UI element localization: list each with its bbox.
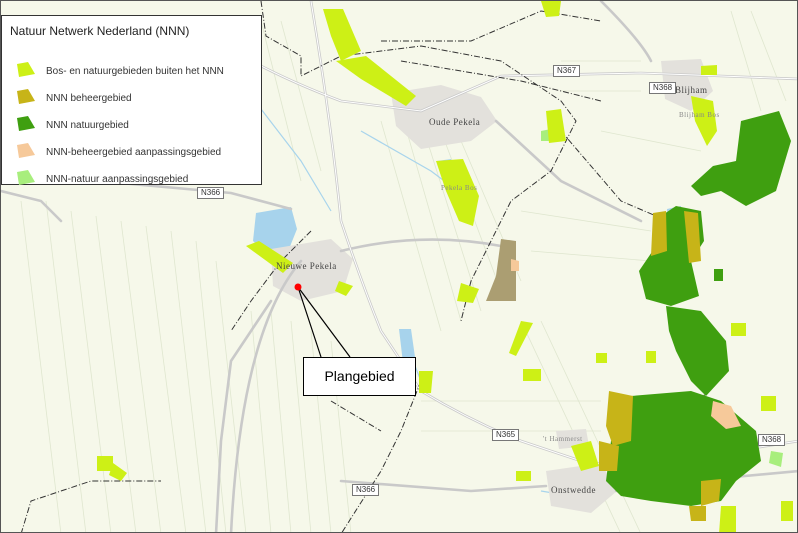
legend-label: NNN natuurgebied: [46, 120, 129, 131]
plangebied-marker[interactable]: [294, 283, 302, 291]
map-view[interactable]: Oude Pekela Nieuwe Pekela Blijham Onstwe…: [0, 0, 798, 533]
legend-title: Natuur Netwerk Nederland (NNN): [10, 24, 190, 38]
callout-label: Plangebied: [324, 368, 395, 384]
road-shield-n368: N368: [649, 82, 677, 94]
road-shield-n366-south: N366: [352, 484, 380, 496]
legend-label: Bos- en natuurgebieden buiten het NNN: [46, 66, 224, 77]
label-pekela-bos: Pekela Bos: [441, 184, 478, 192]
label-blijham-bos: Blijham Bos: [679, 111, 720, 119]
legend-swatch: [17, 116, 35, 131]
plangebied-callout: Plangebied: [303, 357, 416, 396]
legend-label: NNN-natuur aanpassingsgebied: [46, 174, 189, 185]
label-t-hammerst: 't Hammerst: [543, 435, 583, 443]
legend-swatch: [17, 170, 35, 185]
label-nieuwe-pekela: Nieuwe Pekela: [276, 261, 337, 271]
road-shield-n367: N367: [553, 65, 581, 77]
legend-swatch: [17, 143, 35, 158]
legend-label: NNN-beheergebied aanpassingsgebied: [46, 147, 222, 158]
legend-swatch: [17, 89, 35, 104]
road-shield-n365: N365: [492, 429, 520, 441]
label-oude-pekela: Oude Pekela: [429, 117, 481, 127]
label-onstwedde: Onstwedde: [551, 485, 596, 495]
road-shield-n368-east: N368: [758, 434, 786, 446]
label-blijham: Blijham: [675, 85, 708, 95]
legend-swatch: [17, 62, 35, 77]
road-shield-n366: N366: [197, 187, 225, 199]
map-legend: Natuur Netwerk Nederland (NNN) Bos- en n…: [1, 15, 262, 185]
legend-label: NNN beheergebied: [46, 93, 132, 104]
